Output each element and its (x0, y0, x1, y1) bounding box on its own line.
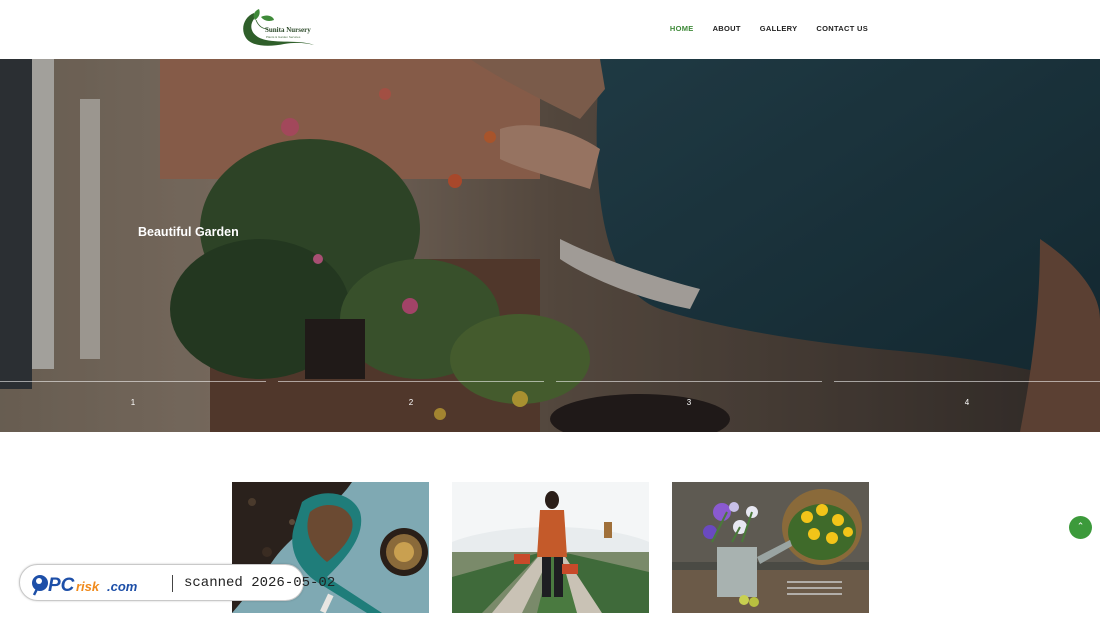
logo-text: Sunita Nursery (265, 26, 311, 34)
nav-home[interactable]: HOME (670, 24, 694, 33)
gallery-item-greenhouse-woman[interactable] (452, 482, 649, 613)
site-header: Sunita Nursery Plants & Garden Services … (0, 0, 1100, 59)
svg-text:risk: risk (76, 579, 100, 594)
pcrisk-watermark: PC risk .com scanned 2026-05-02 (19, 564, 335, 601)
nav-gallery[interactable]: GALLERY (760, 24, 798, 33)
slide-indicator-2[interactable]: 2 (278, 381, 544, 411)
watering-can-flowers-photo (672, 482, 869, 613)
slide-number: 3 (686, 398, 692, 407)
svg-text:.com: .com (107, 579, 138, 594)
site-logo[interactable]: Sunita Nursery Plants & Garden Services (240, 7, 316, 47)
chevron-up-icon: ⌃ (1076, 522, 1085, 532)
slide-number: 1 (130, 398, 136, 407)
slide-indicator-1[interactable]: 1 (0, 381, 266, 411)
slider-pagination: 1 2 3 4 (0, 381, 1100, 421)
slide-indicator-3[interactable]: 3 (556, 381, 822, 411)
pcrisk-logo-icon: PC risk .com (32, 575, 138, 596)
nav-about[interactable]: ABOUT (713, 24, 741, 33)
svg-text:PC: PC (48, 575, 75, 596)
hero-slider: Beautiful Garden 1 2 3 4 (0, 59, 1100, 432)
slide-indicator-4[interactable]: 4 (834, 381, 1100, 411)
main-nav: HOME ABOUT GALLERY CONTACT US (651, 24, 868, 33)
hero-title: Beautiful Garden (138, 225, 239, 239)
nav-contact-us[interactable]: CONTACT US (816, 24, 868, 33)
back-to-top-button[interactable]: ⌃ (1069, 516, 1092, 539)
watermark-scan-text: scanned 2026-05-02 (184, 575, 336, 591)
gallery-item-watering-can-flowers[interactable] (672, 482, 869, 613)
slide-number: 4 (964, 398, 970, 407)
logo-subtext: Plants & Garden Services (266, 35, 301, 39)
greenhouse-woman-photo (452, 482, 649, 613)
slide-number: 2 (408, 398, 414, 407)
watermark-separator (172, 575, 173, 592)
hero-overlay (0, 59, 1100, 432)
